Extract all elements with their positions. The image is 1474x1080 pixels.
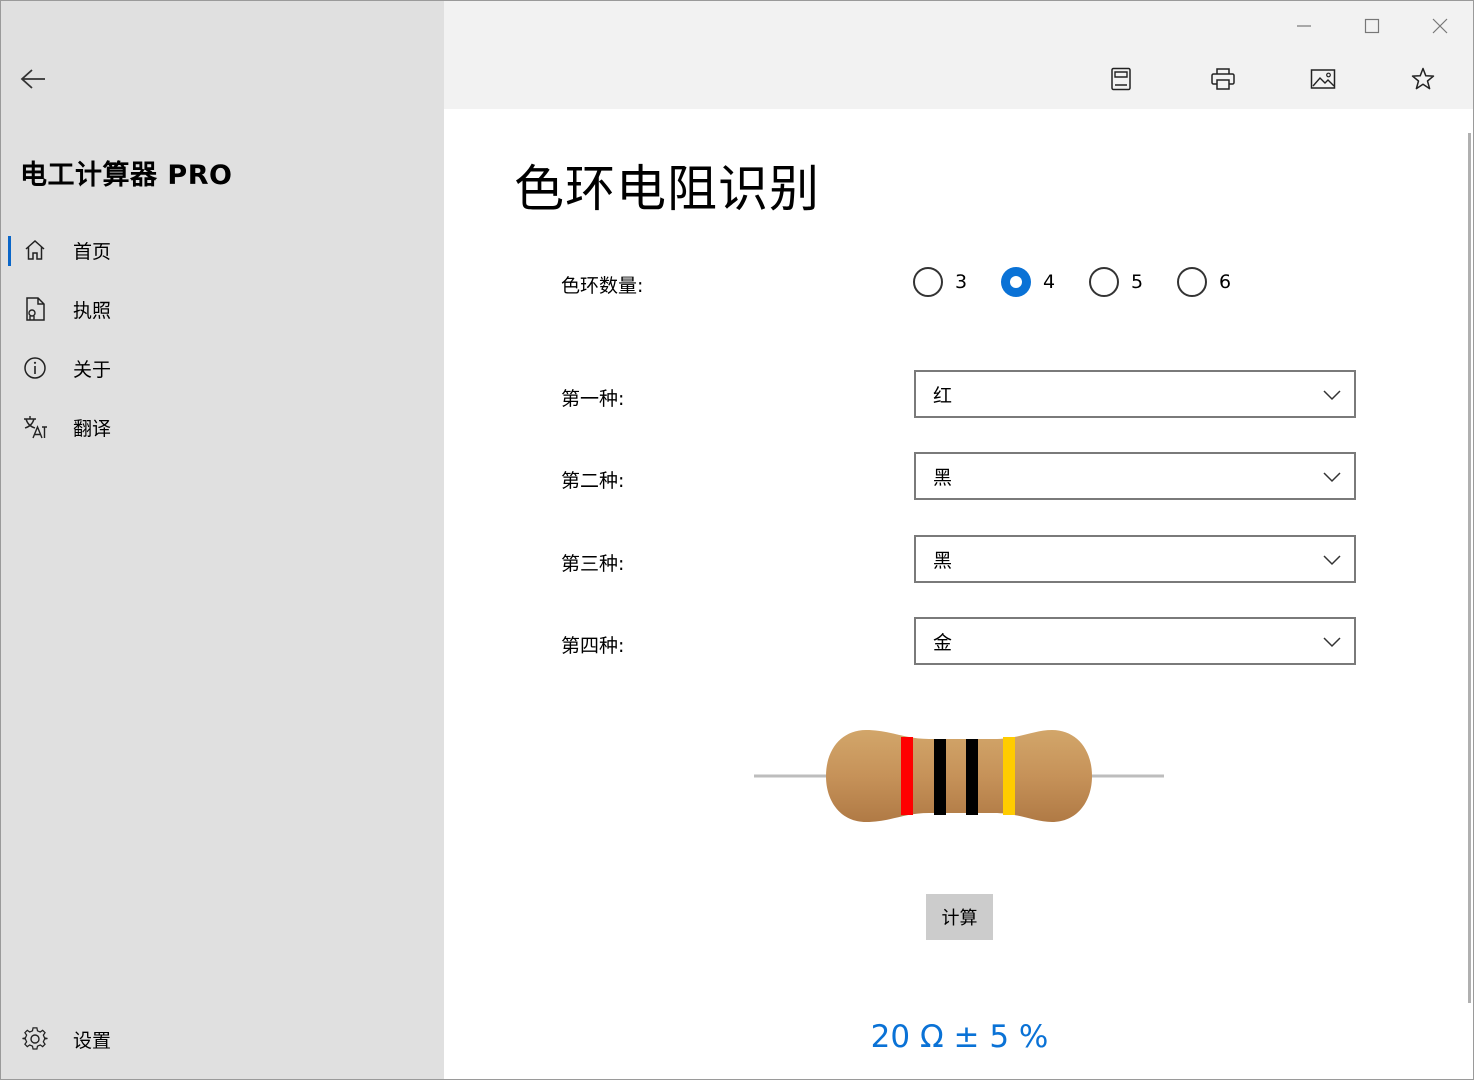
radio-option-6[interactable]: 6 [1177, 265, 1231, 299]
band-3-value: 黑 [933, 549, 953, 572]
back-button[interactable] [11, 57, 55, 101]
home-icon [19, 234, 51, 266]
sidebar-item-license[interactable]: 执照 [1, 283, 444, 335]
favorite-star-icon [1411, 67, 1435, 90]
sidebar-item-label: 首页 [73, 240, 112, 263]
radio-option-4[interactable]: 4 [1001, 265, 1055, 299]
maximize-icon [1364, 18, 1380, 34]
back-arrow-icon [20, 69, 45, 89]
resistor-body [826, 730, 1092, 822]
favorite-button[interactable] [1403, 59, 1443, 99]
radio-label: 3 [955, 271, 968, 293]
radio-label: 6 [1219, 271, 1232, 293]
minimize-button[interactable] [1282, 9, 1326, 43]
image-icon [1310, 69, 1336, 89]
result-value: 20 Ω ± 5 % [444, 1019, 1473, 1055]
image-button[interactable] [1303, 59, 1343, 99]
print-icon [1211, 68, 1235, 90]
sidebar-item-label: 执照 [73, 299, 112, 322]
reading-view-icon [1111, 67, 1131, 91]
title-bar [444, 1, 1473, 109]
minimize-icon [1297, 25, 1311, 27]
radio-option-5[interactable]: 5 [1089, 265, 1143, 299]
radio-circle-selected [1001, 267, 1031, 297]
resistor-illustration [754, 730, 1164, 822]
chevron-down-icon [1323, 555, 1341, 566]
chevron-down-icon [1323, 472, 1341, 483]
scrollbar[interactable] [1468, 133, 1471, 1003]
reading-view-button[interactable] [1101, 59, 1141, 99]
resistor-band-4 [1003, 737, 1015, 815]
radio-option-3[interactable]: 3 [913, 265, 967, 299]
band-1-value: 红 [933, 384, 953, 407]
band-count-label: 色环数量: [561, 275, 644, 297]
band-3-dropdown[interactable]: 黑 [914, 535, 1356, 583]
sidebar-item-translate[interactable]: 翻译 [1, 401, 444, 453]
sidebar-item-label: 关于 [73, 358, 112, 381]
resistor-band-1 [901, 737, 913, 815]
close-button[interactable] [1418, 9, 1462, 43]
page-title: 色环电阻识别 [514, 160, 820, 218]
resistor-band-3 [966, 739, 978, 815]
navigation-pane: 电工计算器 PRO 首页 执照 关于 翻译 设置 [1, 1, 444, 1079]
sidebar-item-about[interactable]: 关于 [1, 342, 444, 394]
result-text: 20 Ω ± 5 % [870, 1019, 1049, 1055]
app-window: 电工计算器 PRO 首页 执照 关于 翻译 设置 色环电阻识别 色环数量: 3 … [0, 0, 1474, 1080]
band-1-label: 第一种: [561, 388, 625, 410]
close-icon [1432, 18, 1448, 34]
sidebar-item-settings[interactable]: 设置 [1, 1013, 444, 1065]
gear-icon [19, 1023, 51, 1055]
chevron-down-icon [1323, 637, 1341, 648]
radio-label: 4 [1043, 271, 1056, 293]
band-2-dropdown[interactable]: 黑 [914, 452, 1356, 500]
translate-icon [19, 411, 51, 443]
radio-label: 5 [1131, 271, 1144, 293]
main-content: 色环电阻识别 色环数量: 3 4 5 6 第一种: 红 第二种: 黑 第三种: … [444, 109, 1473, 1079]
band-4-value: 金 [933, 631, 953, 654]
resistor-band-2 [934, 739, 946, 815]
sidebar-item-home[interactable]: 首页 [1, 224, 444, 276]
chevron-down-icon [1323, 390, 1341, 401]
band-2-value: 黑 [933, 466, 953, 489]
calculate-button[interactable]: 计算 [926, 894, 993, 940]
maximize-button[interactable] [1350, 9, 1394, 43]
selection-indicator [8, 236, 11, 266]
band-4-dropdown[interactable]: 金 [914, 617, 1356, 665]
app-title: 电工计算器 PRO [20, 160, 233, 191]
band-2-label: 第二种: [561, 470, 625, 492]
radio-circle [1089, 267, 1119, 297]
sidebar-item-label: 设置 [73, 1029, 112, 1052]
radio-circle [1177, 267, 1207, 297]
info-icon [19, 352, 51, 384]
radio-circle [913, 267, 943, 297]
sidebar-item-label: 翻译 [73, 417, 112, 440]
band-1-dropdown[interactable]: 红 [914, 370, 1356, 418]
print-button[interactable] [1203, 59, 1243, 99]
document-icon [19, 293, 51, 325]
band-3-label: 第三种: [561, 553, 625, 575]
band-4-label: 第四种: [561, 635, 625, 657]
